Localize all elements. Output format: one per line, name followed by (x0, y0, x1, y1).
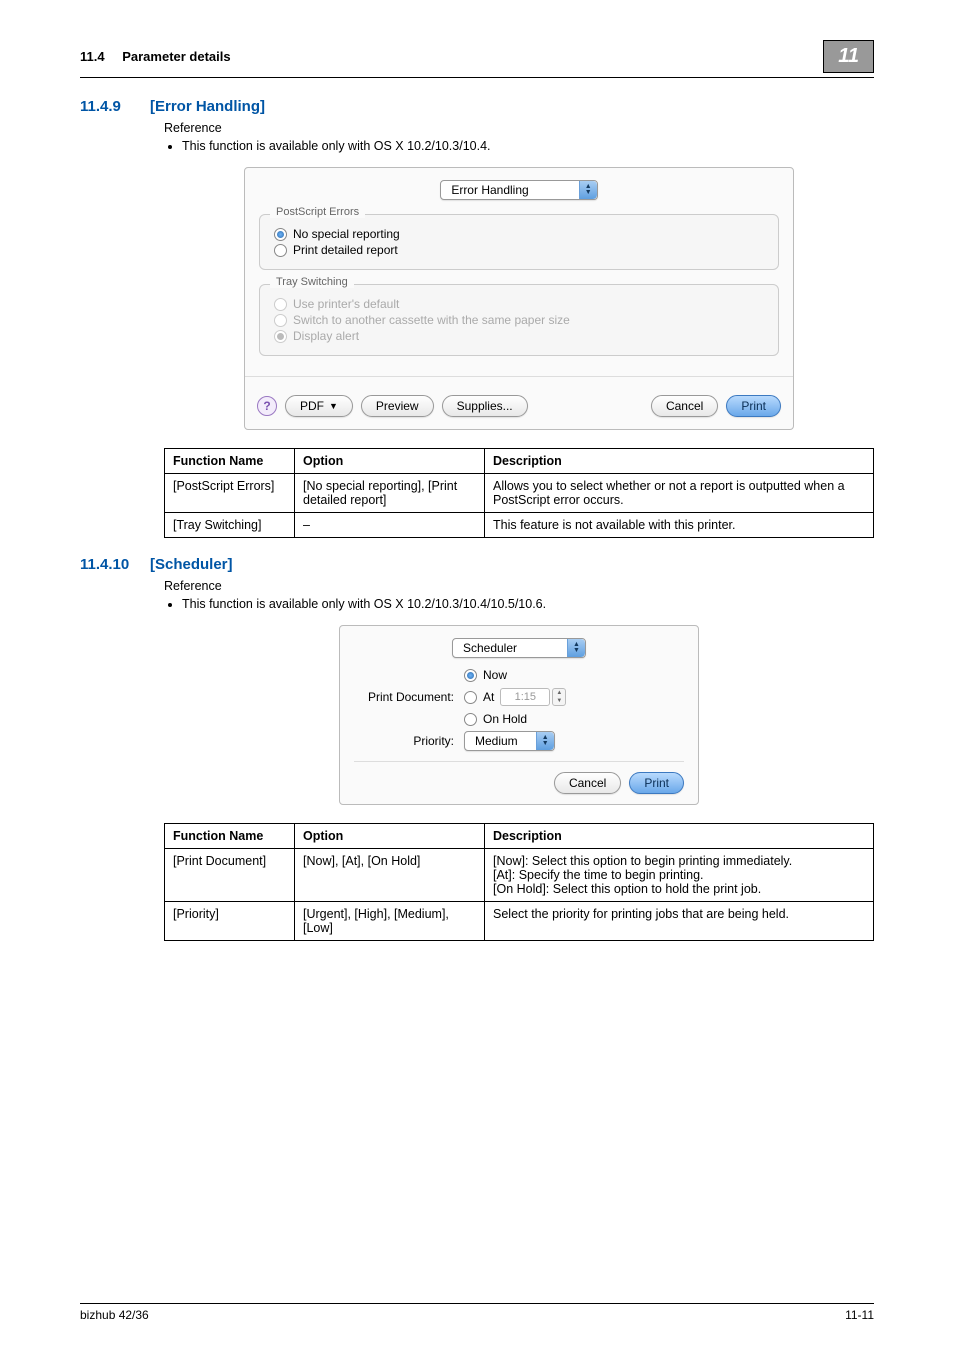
header-section-number: 11.4 (80, 49, 105, 64)
radio-icon (274, 298, 287, 311)
print-document-label: Print Document: (354, 690, 454, 704)
radio-icon (464, 691, 477, 704)
time-stepper[interactable]: ▲▼ (552, 688, 566, 706)
pdf-button[interactable]: PDF▼ (285, 395, 353, 417)
radio-at[interactable]: At ▲▼ (464, 688, 566, 706)
table-row: [Tray Switching] – This feature is not a… (165, 513, 874, 538)
table-row: [Print Document] [Now], [At], [On Hold] … (165, 849, 874, 902)
help-icon[interactable]: ? (257, 396, 277, 416)
radio-display-alert: Display alert (274, 329, 764, 343)
radio-icon (274, 244, 287, 257)
dropdown-arrows-icon: ▲▼ (579, 181, 597, 199)
tray-switching-group: Tray Switching Use printer's default Swi… (259, 284, 779, 356)
reference-label: Reference (164, 121, 874, 135)
radio-icon (464, 713, 477, 726)
radio-icon (274, 314, 287, 327)
error-handling-dialog: Error Handling ▲▼ PostScript Errors No s… (244, 167, 794, 430)
section-heading-error-handling: 11.4.9[Error Handling] (80, 98, 874, 115)
scheduler-table: Function Name Option Description [Print … (164, 823, 874, 941)
cancel-button[interactable]: Cancel (651, 395, 718, 417)
dropdown-arrows-icon: ▲▼ (567, 639, 585, 657)
radio-icon (274, 330, 287, 343)
radio-now[interactable]: Now (464, 668, 566, 682)
radio-icon (464, 669, 477, 682)
radio-print-detailed-report[interactable]: Print detailed report (274, 243, 764, 257)
section-heading-scheduler: 11.4.10[Scheduler] (80, 556, 874, 573)
footer-model: bizhub 42/36 (80, 1308, 149, 1322)
priority-label: Priority: (354, 734, 454, 748)
note-bullet: This function is available only with OS … (182, 139, 874, 153)
scheduler-dialog: Scheduler ▲▼ Print Document: Now At (339, 625, 699, 805)
print-button[interactable]: Print (726, 395, 781, 417)
time-input[interactable] (500, 688, 550, 706)
pane-selector[interactable]: Scheduler ▲▼ (452, 638, 586, 658)
postscript-errors-group: PostScript Errors No special reporting P… (259, 214, 779, 270)
page-footer: bizhub 42/36 11-11 (80, 1303, 874, 1322)
print-button[interactable]: Print (629, 772, 684, 794)
reference-label: Reference (164, 579, 874, 593)
table-row: [Priority] [Urgent], [High], [Medium], [… (165, 902, 874, 941)
radio-no-special-reporting[interactable]: No special reporting (274, 227, 764, 241)
radio-switch-cassette: Switch to another cassette with the same… (274, 313, 764, 327)
dropdown-arrows-icon: ▲▼ (536, 732, 554, 750)
error-handling-table: Function Name Option Description [PostSc… (164, 448, 874, 538)
cancel-button[interactable]: Cancel (554, 772, 621, 794)
radio-use-printer-default: Use printer's default (274, 297, 764, 311)
header-section-title: Parameter details (122, 49, 230, 64)
caret-down-icon: ▼ (329, 401, 338, 411)
preview-button[interactable]: Preview (361, 395, 434, 417)
page-header: 11.4 Parameter details 11 (80, 40, 874, 78)
table-row: [PostScript Errors] [No special reportin… (165, 474, 874, 513)
radio-icon (274, 228, 287, 241)
supplies-button[interactable]: Supplies... (442, 395, 528, 417)
priority-select[interactable]: Medium ▲▼ (464, 731, 555, 751)
note-bullet: This function is available only with OS … (182, 597, 874, 611)
radio-on-hold[interactable]: On Hold (464, 712, 566, 726)
chapter-badge: 11 (823, 40, 874, 73)
pane-selector[interactable]: Error Handling ▲▼ (440, 180, 597, 200)
footer-page-number: 11-11 (845, 1308, 874, 1322)
